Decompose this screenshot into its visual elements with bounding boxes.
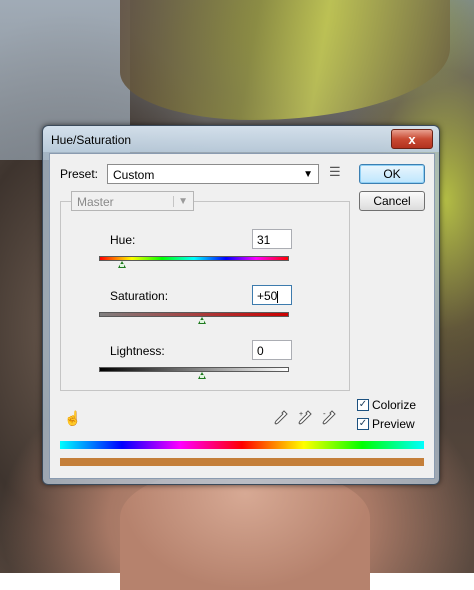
adjustment-group [60,201,350,391]
lightness-input[interactable]: 0 [252,340,292,360]
hue-slider-track[interactable] [99,256,289,261]
output-color-bar [60,458,424,466]
preview-check-box[interactable]: ✓ [357,418,369,430]
input-color-bar [60,441,424,449]
channel-value: Master [77,195,114,209]
cancel-button[interactable]: Cancel [359,191,425,211]
title-bar[interactable]: Hue/Saturation x [43,126,439,152]
colorize-check-box[interactable]: ✓ [357,399,369,411]
saturation-slider-thumb[interactable] [198,317,206,324]
face-area [120,470,370,590]
saturation-value: +50 [257,289,278,303]
text-caret [277,290,279,303]
eyedropper-minus-icon[interactable]: - [322,410,338,426]
lightness-slider-thumb[interactable] [198,372,206,379]
preview-checkbox[interactable]: ✓ Preview [357,417,415,431]
eyedropper-plus-icon[interactable]: + [298,410,314,426]
hue-saturation-dialog: Hue/Saturation x Preset: Custom ▼ ☰ OK C… [42,125,440,485]
saturation-label: Saturation: [110,289,169,303]
chevron-down-icon: ▼ [173,196,188,207]
svg-text:-: - [323,410,326,418]
saturation-input[interactable]: +50 [252,285,292,305]
hue-input[interactable]: 31 [252,229,292,249]
window-title: Hue/Saturation [51,133,132,147]
hand-adjust-icon[interactable]: ☝ [64,410,81,427]
close-icon: x [408,131,416,147]
hue-slider-thumb[interactable] [118,261,126,268]
ok-button[interactable]: OK [359,164,425,184]
svg-text:+: + [299,411,303,418]
colorize-checkbox[interactable]: ✓ Colorize [357,398,416,412]
eyedropper-icon[interactable] [274,410,288,426]
close-button[interactable]: x [391,129,433,149]
channel-dropdown[interactable]: Master ▼ [71,191,194,211]
lightness-label: Lightness: [110,344,165,358]
hue-label: Hue: [110,233,136,247]
lightness-slider-track[interactable] [99,367,289,372]
preset-label: Preset: [60,167,99,181]
dialog-body: Preset: Custom ▼ ☰ OK Cancel Master ▼ Hu… [49,153,435,479]
preview-label: Preview [372,417,415,431]
preset-value: Custom [113,168,155,182]
saturation-slider-track[interactable] [99,312,289,317]
colorize-label: Colorize [372,398,417,412]
preset-dropdown[interactable]: Custom ▼ [107,164,319,184]
list-options-icon[interactable]: ☰ [329,164,341,180]
chevron-down-icon: ▼ [303,169,313,180]
hair-area [120,0,450,120]
